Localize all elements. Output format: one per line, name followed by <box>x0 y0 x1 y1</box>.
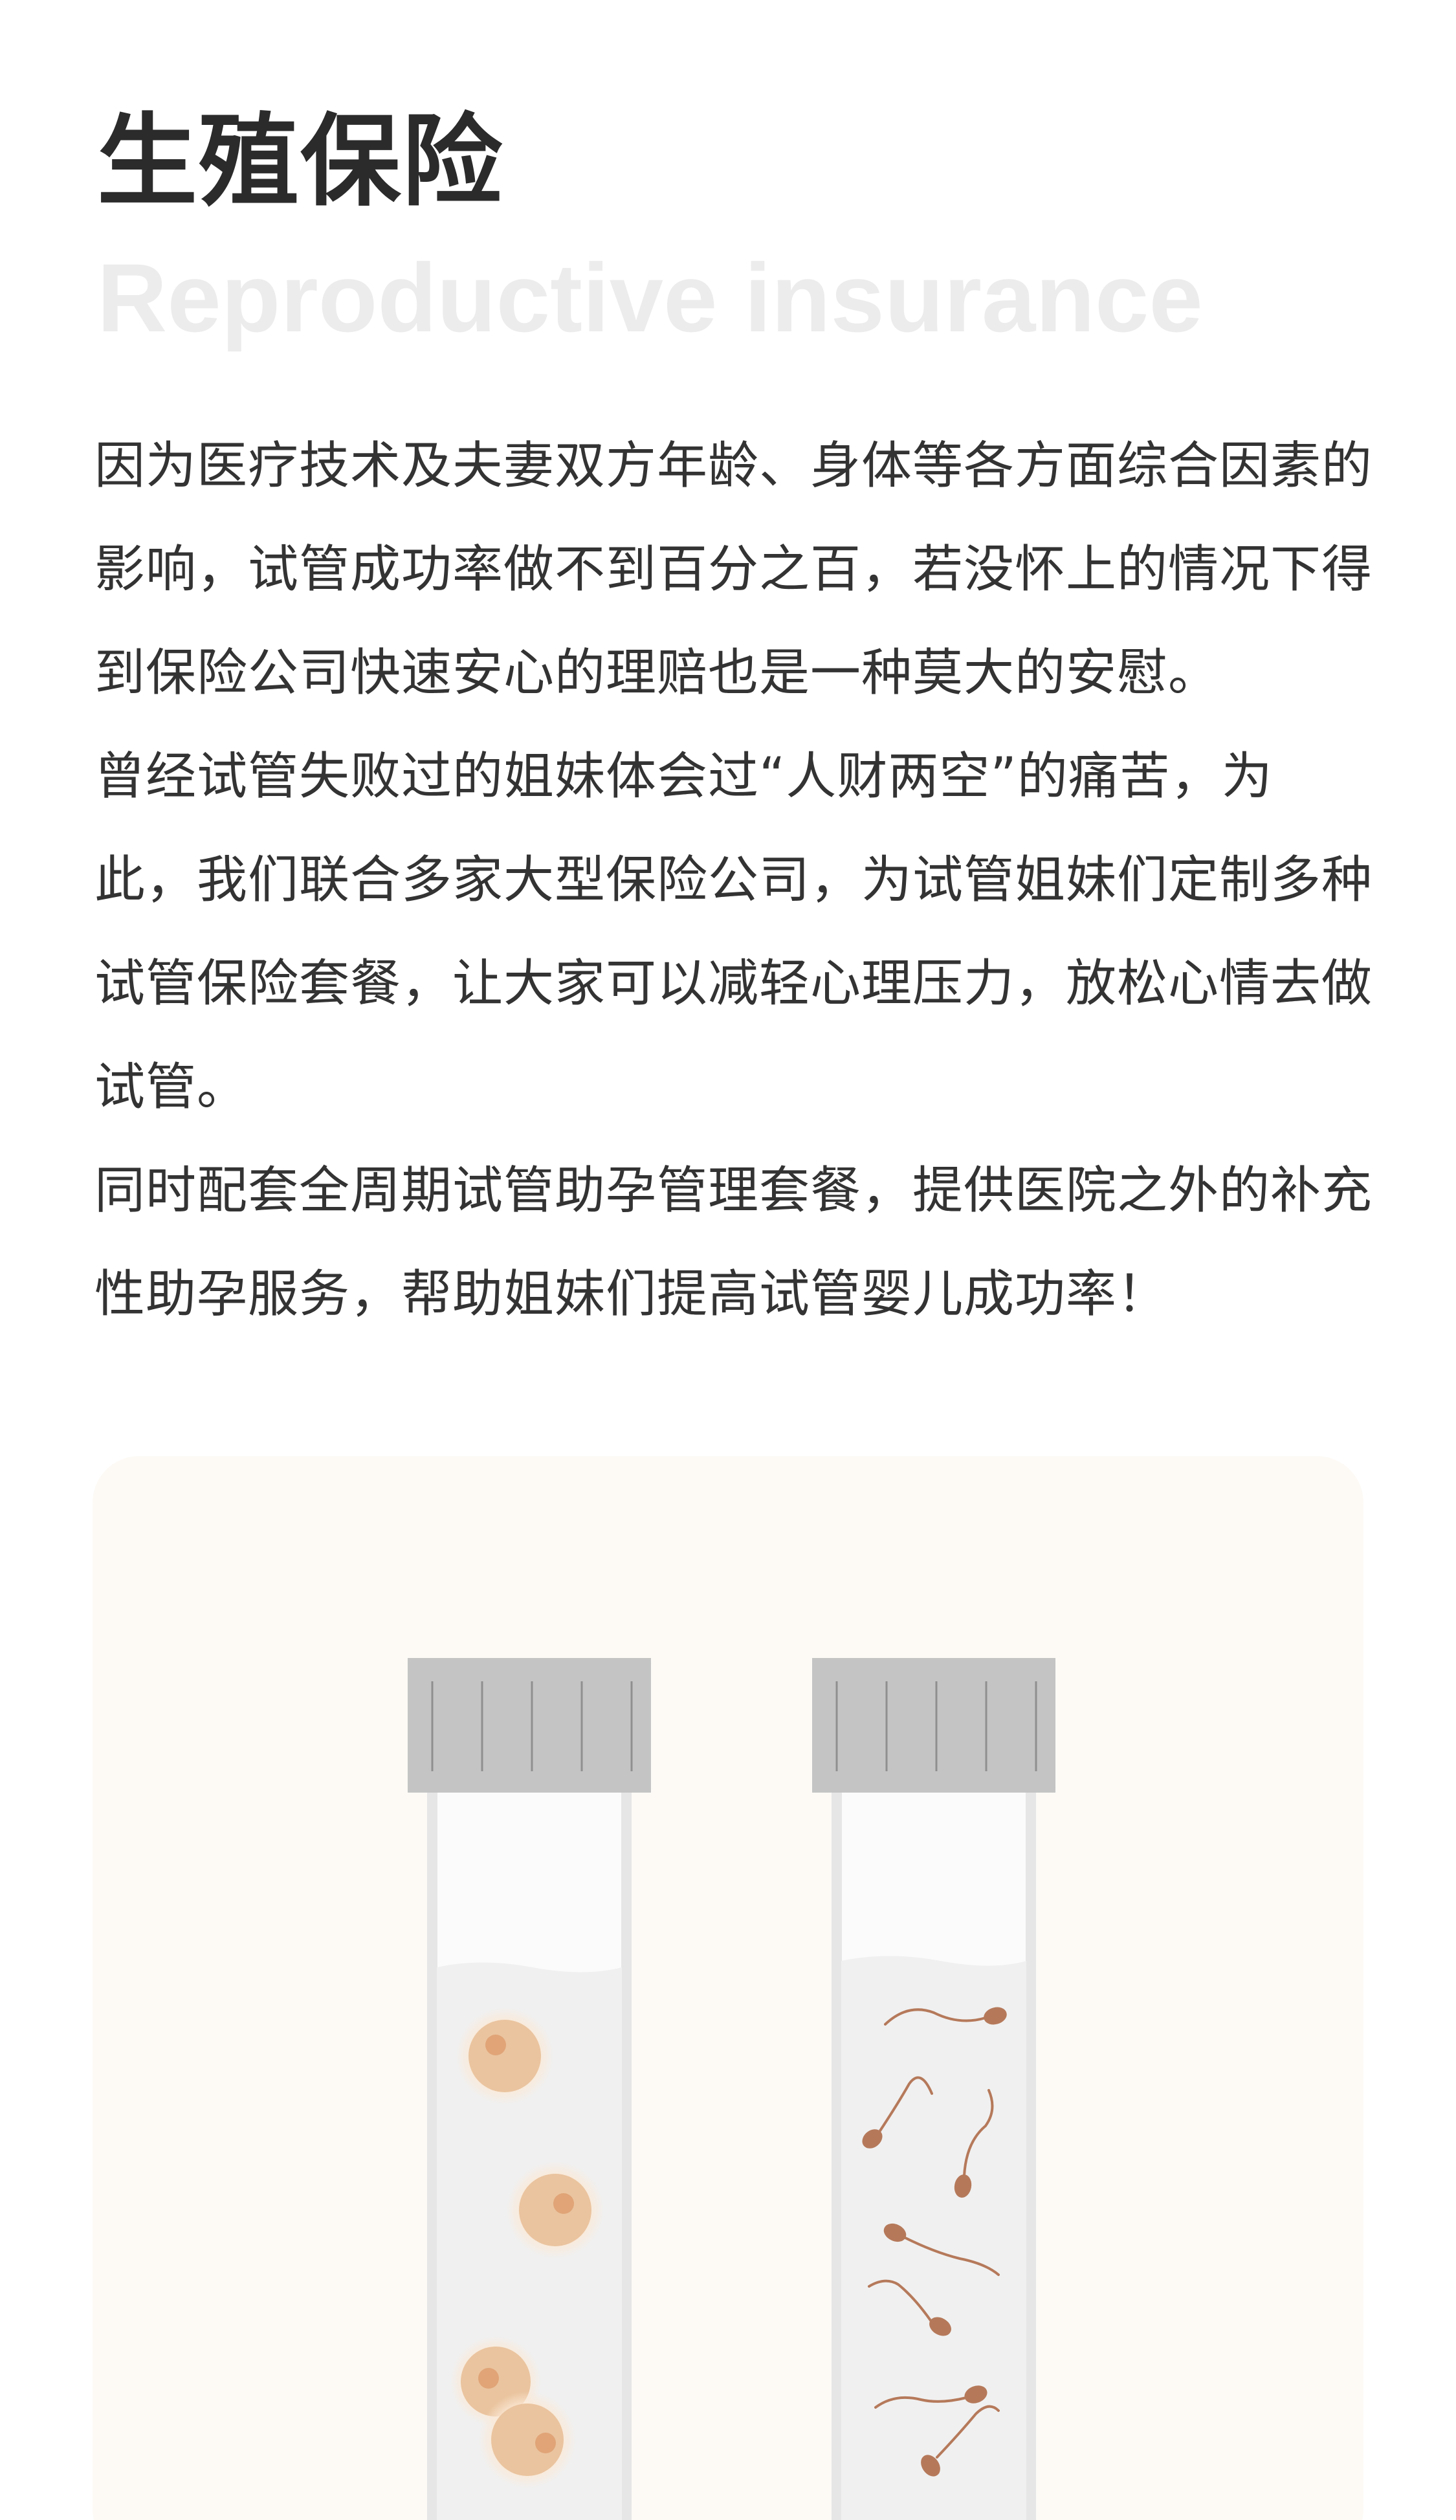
intro-paragraph: 同时配套全周期试管助孕管理套餐，提供医院之外的补充性助孕服务，帮助姐妹们提高试管… <box>94 1162 1373 1323</box>
page-subtitle: Reproductive insurance <box>97 243 1203 352</box>
egg-cell <box>479 2391 576 2488</box>
test-tubes-illustration <box>408 1658 1055 2520</box>
tube-cap <box>812 1658 1055 1793</box>
intro-paragraph: 曾经试管失败过的姐妹体会过“人财两空”的痛苦，为此，我们联合多家大型保险公司，为… <box>94 747 1373 1116</box>
intro-text: 因为医疗技术及夫妻双方年龄、身体等各方面综合因素的影响，试管成功率做不到百分之百… <box>94 414 1373 1346</box>
intro-paragraph: 因为医疗技术及夫妻双方年龄、身体等各方面综合因素的影响，试管成功率做不到百分之百… <box>94 437 1373 702</box>
left-test-tube <box>408 1658 651 2520</box>
tube-cap <box>408 1658 651 1793</box>
page-title: 生殖保险 <box>97 103 503 220</box>
egg-cell <box>456 2007 553 2105</box>
egg-cell <box>507 2161 604 2259</box>
illustration-card <box>93 1456 1363 2520</box>
right-test-tube <box>812 1658 1055 2520</box>
